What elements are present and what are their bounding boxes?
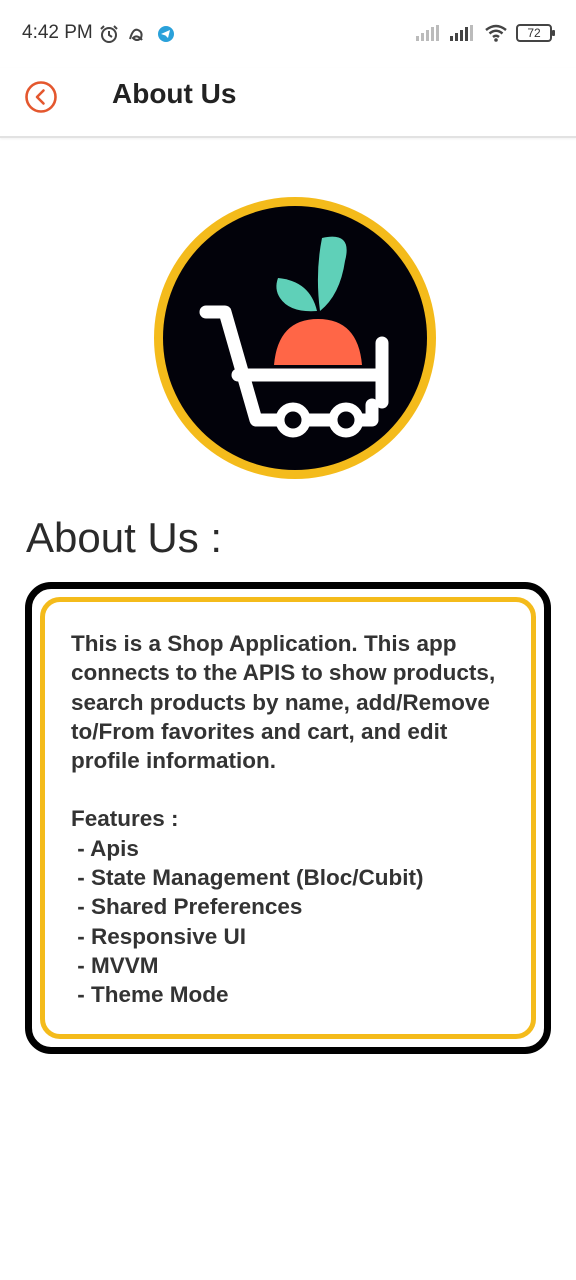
- signal-icon: [416, 25, 439, 41]
- about-card: This is a Shop Application. This app con…: [25, 582, 551, 1054]
- feature-item: - MVVM: [71, 952, 159, 978]
- feature-item: - Apis: [71, 835, 139, 861]
- about-card-inner: This is a Shop Application. This app con…: [40, 597, 536, 1039]
- feature-item: - Responsive UI: [71, 923, 247, 949]
- shopping-cart-with-carrot-icon: [154, 197, 436, 479]
- feature-item: - State Management (Bloc/Cubit): [71, 865, 424, 891]
- status-time: 4:42 PM: [22, 22, 93, 43]
- page-title: About Us: [112, 78, 237, 109]
- telegram-icon: [158, 26, 174, 42]
- section-title: About Us :: [26, 514, 223, 561]
- status-left-icons: [99, 24, 175, 44]
- alarm-icon: [100, 25, 118, 43]
- cart-wheel: [328, 402, 364, 438]
- cart-wheel: [275, 402, 311, 438]
- feature-item: - Theme Mode: [71, 982, 229, 1008]
- back-arrow-circle-icon: [25, 81, 57, 113]
- battery-icon: 72: [516, 24, 555, 42]
- wifi-icon: [485, 24, 507, 42]
- status-bar: 4:42 PM 72: [0, 0, 576, 68]
- feature-item: - Shared Preferences: [71, 894, 303, 920]
- status-right-icons: 72: [416, 24, 555, 42]
- back-button[interactable]: [22, 78, 60, 116]
- features-title: Features :: [71, 806, 179, 832]
- about-description: This is a Shop Application. This app con…: [71, 631, 502, 774]
- notification-icon: [129, 28, 143, 41]
- app-bar: About Us: [0, 68, 576, 138]
- signal-icon: [450, 25, 473, 41]
